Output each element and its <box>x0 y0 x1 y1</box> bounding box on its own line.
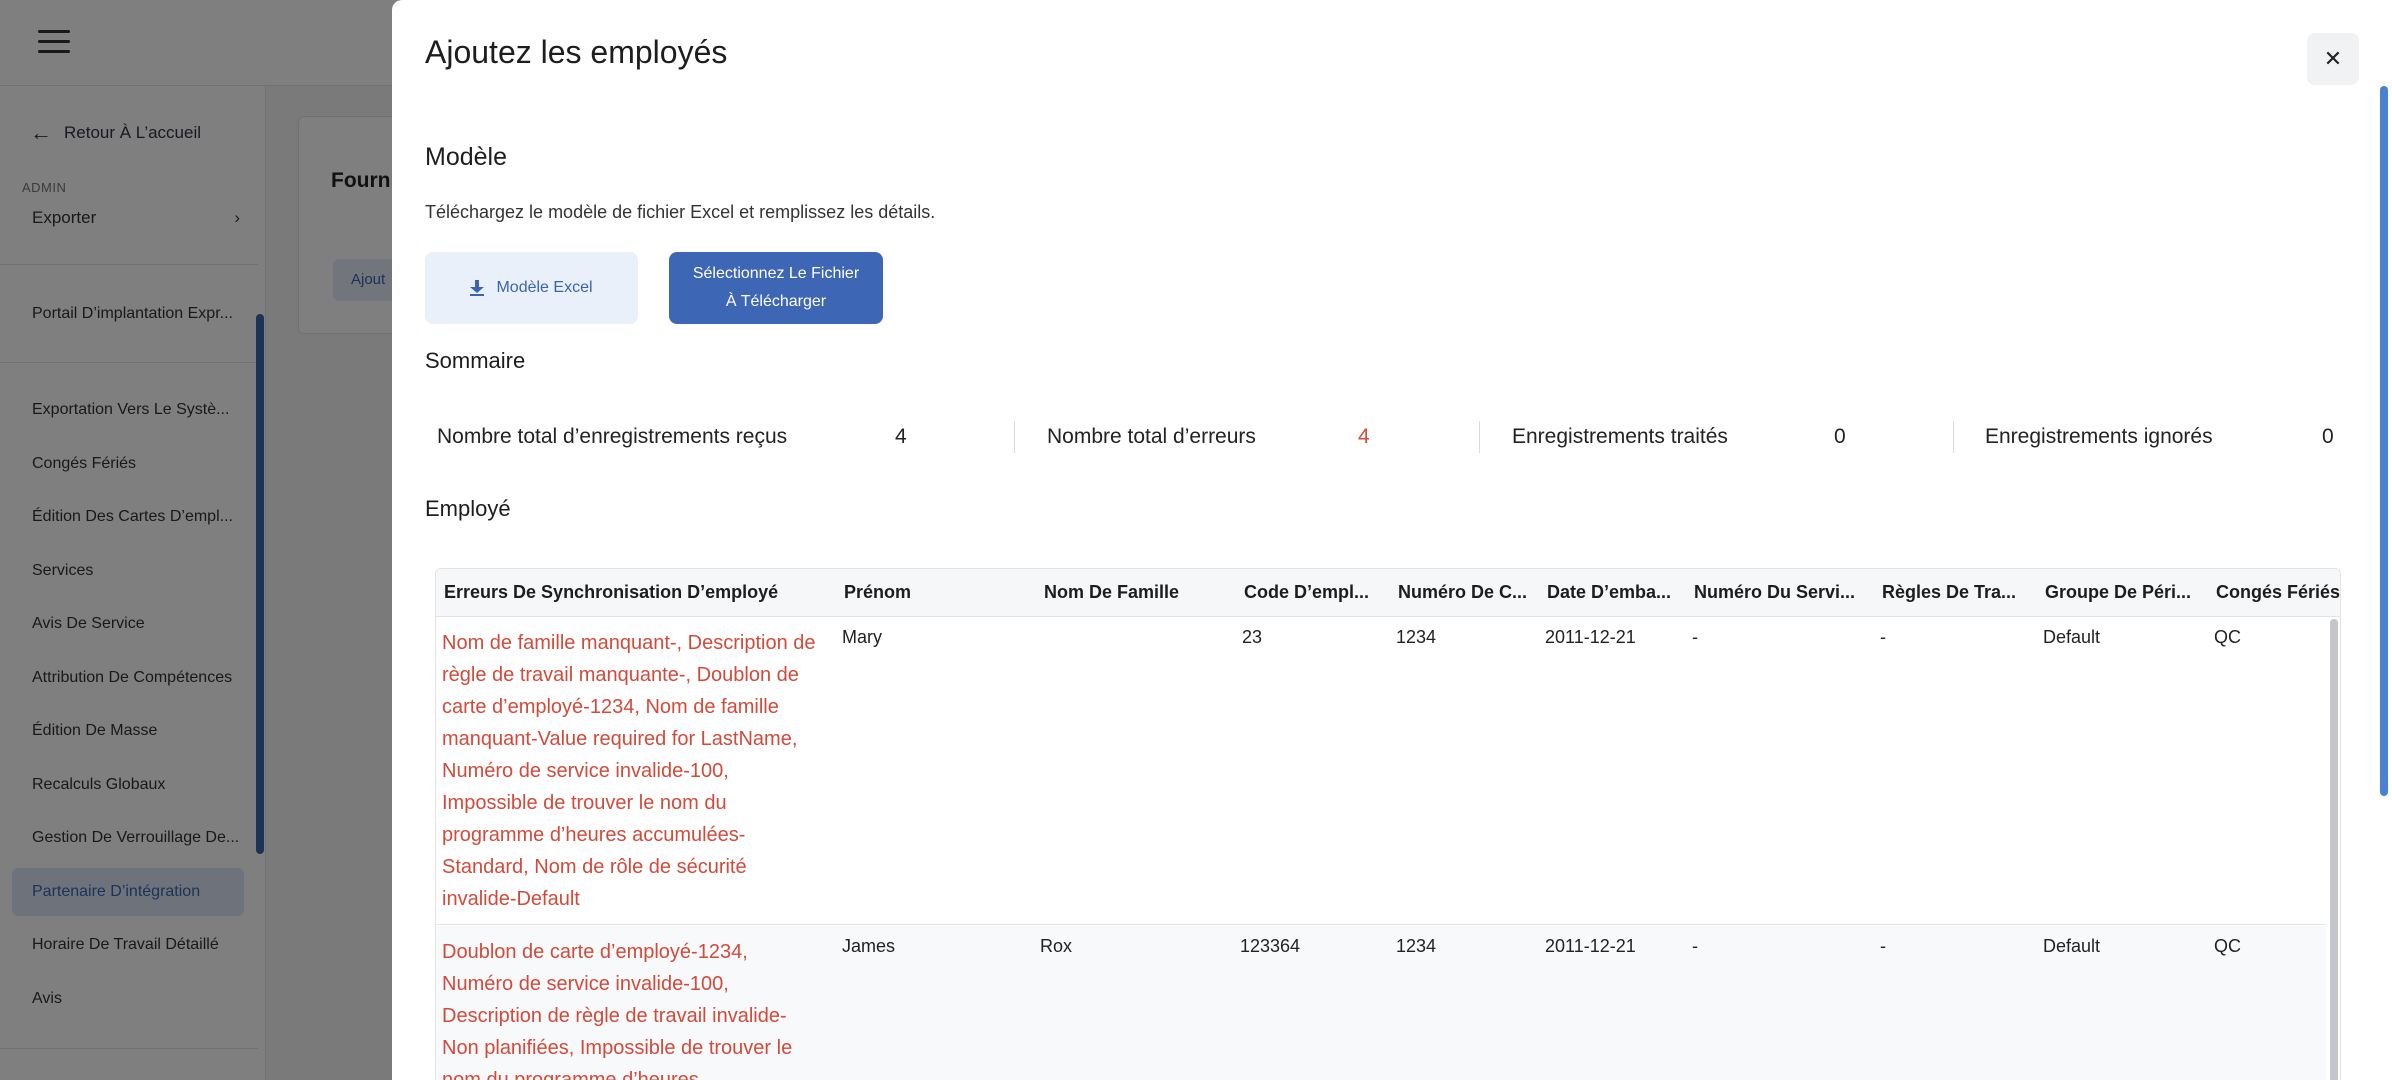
stat-divider <box>1014 421 1015 453</box>
column-header-work-rules[interactable]: Règles De Tra... <box>1882 582 2030 603</box>
row-holidays: QC <box>2214 627 2241 647</box>
row-first-name: James <box>842 936 896 956</box>
row-work-rules: - <box>1880 936 1886 956</box>
table-scrollbar[interactable] <box>2330 619 2338 1080</box>
template-description: Téléchargez le modèle de fichier Excel e… <box>425 202 936 222</box>
row-employee-code: 23 <box>1242 627 1263 647</box>
row-last-name: Rox <box>1040 936 1073 956</box>
column-header-last-name[interactable]: Nom De Famille <box>1044 582 1224 603</box>
column-header-card-number[interactable]: Numéro De C... <box>1398 582 1534 603</box>
add-employees-modal: Ajoutez les employés ✕ Modèle Télécharge… <box>392 0 2392 1080</box>
close-button[interactable]: ✕ <box>2307 33 2359 85</box>
row-period-group: Default <box>2043 936 2101 956</box>
row-work-rules: - <box>1880 627 1886 647</box>
stat-received-value: 4 <box>895 425 907 448</box>
column-header-holidays[interactable]: Congés Fériés <box>2216 582 2340 603</box>
stat-processed-value: 0 <box>1834 425 1846 448</box>
table-header: Erreurs De Synchronisation D’employé Pré… <box>436 569 2340 617</box>
select-file-label-line2: À Télécharger <box>725 293 827 310</box>
stat-errors-label: Nombre total d’erreurs <box>1047 425 1256 448</box>
employee-heading: Employé <box>425 496 511 521</box>
excel-template-label: Modèle Excel <box>496 279 593 296</box>
summary-stats: Nombre total d’enregistrements reçus 4 N… <box>437 413 2339 459</box>
table-row[interactable]: Nom de famille manquant-, Description de… <box>436 617 2326 925</box>
stat-received-label: Nombre total d’enregistrements reçus <box>437 425 788 448</box>
select-file-button[interactable]: Sélectionnez Le Fichier À Télécharger <box>669 252 883 324</box>
column-header-employee-code[interactable]: Code D’empl... <box>1244 582 1384 603</box>
stat-processed-label: Enregistrements traités <box>1512 425 1728 448</box>
column-header-errors[interactable]: Erreurs De Synchronisation D’employé <box>444 582 824 603</box>
download-icon <box>470 280 485 296</box>
row-card-number: 1234 <box>1396 627 1437 647</box>
stat-ignored-value: 0 <box>2322 425 2334 448</box>
row-service-number: - <box>1692 627 1698 647</box>
modal-title: Ajoutez les employés <box>425 34 728 70</box>
row-period-group: Default <box>2043 627 2101 647</box>
row-first-name: Mary <box>842 627 882 647</box>
summary-heading: Sommaire <box>425 348 526 373</box>
row-service-number: - <box>1692 936 1698 956</box>
row-hire-date: 2011-12-21 <box>1545 627 1636 647</box>
column-header-service-number[interactable]: Numéro Du Servi... <box>1694 582 1868 603</box>
column-header-first-name[interactable]: Prénom <box>844 582 1024 603</box>
template-heading: Modèle <box>425 143 507 171</box>
column-header-period-group[interactable]: Groupe De Péri... <box>2045 582 2203 603</box>
row-card-number: 1234 <box>1396 936 1437 956</box>
modal-scrollbar[interactable] <box>2380 86 2388 796</box>
employee-table: Erreurs De Synchronisation D’employé Pré… <box>435 568 2341 1080</box>
row-holidays: QC <box>2214 936 2241 956</box>
row-errors: Nom de famille manquant-, Description de… <box>442 632 816 910</box>
stat-errors-value: 4 <box>1358 425 1370 448</box>
table-row[interactable]: Doublon de carte d’employé-1234, Numéro … <box>436 926 2326 1080</box>
row-hire-date: 2011-12-21 <box>1545 936 1636 956</box>
column-header-hire-date[interactable]: Date D’emba... <box>1547 582 1681 603</box>
close-icon: ✕ <box>2323 46 2343 71</box>
select-file-label-line1: Sélectionnez Le Fichier <box>692 265 860 282</box>
stat-ignored-label: Enregistrements ignorés <box>1985 425 2213 448</box>
stat-divider <box>1953 421 1954 453</box>
row-errors: Doublon de carte d’employé-1234, Numéro … <box>442 941 793 1080</box>
row-employee-code: 123364 <box>1240 936 1301 956</box>
stat-divider <box>1479 421 1480 453</box>
excel-template-button[interactable]: Modèle Excel <box>425 252 638 324</box>
